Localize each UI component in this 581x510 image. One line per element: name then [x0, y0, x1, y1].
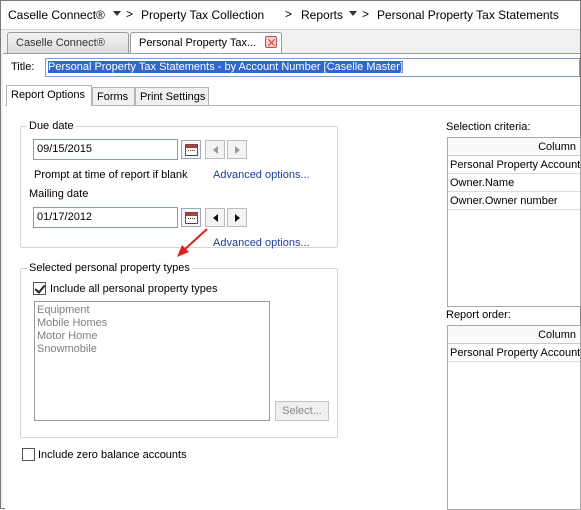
calendar-icon	[185, 212, 198, 224]
breadcrumb-caselle-connect[interactable]: Caselle Connect®	[8, 8, 105, 22]
mailing-date-prev-button[interactable]	[205, 208, 225, 227]
arrow-right-icon	[235, 146, 240, 154]
report-order-grid[interactable]: Column Personal Property Account...	[447, 325, 581, 510]
arrow-left-icon	[213, 214, 218, 222]
list-item: Motor Home	[37, 330, 98, 342]
select-button[interactable]: Select...	[275, 401, 329, 421]
breadcrumb-separator: >	[126, 7, 134, 21]
column-header[interactable]: Column	[538, 329, 576, 341]
doc-tab-caselle-connect[interactable]: Caselle Connect®	[7, 32, 129, 53]
table-row[interactable]: Personal Property Account...	[448, 156, 580, 174]
report-order-label: Report order:	[446, 309, 511, 321]
doc-tab-personal-property[interactable]: Personal Property Tax...	[130, 32, 282, 54]
report-options-body: Due date 09/15/2015 Prompt at time of re…	[5, 105, 581, 510]
tab-report-options[interactable]: Report Options	[6, 85, 92, 106]
due-date-advanced-options-link[interactable]: Advanced options...	[213, 169, 310, 181]
property-types-list[interactable]: Equipment Mobile Homes Motor Home Snowmo…	[34, 301, 270, 421]
mailing-date-advanced-options-link[interactable]: Advanced options...	[213, 237, 310, 249]
selection-criteria-label: Selection criteria:	[446, 121, 531, 133]
breadcrumb-separator: >	[285, 7, 293, 21]
table-row[interactable]: Owner.Name	[448, 174, 580, 192]
selection-criteria-grid[interactable]: Column Personal Property Account... Owne…	[447, 137, 581, 307]
application-window: Caselle Connect® > Property Tax Collecti…	[0, 0, 581, 510]
due-date-prompt-text: Prompt at time of report if blank	[34, 169, 188, 181]
column-header[interactable]: Column	[538, 141, 576, 153]
breadcrumb-separator: >	[362, 7, 370, 21]
chevron-down-icon[interactable]	[349, 11, 357, 16]
table-row[interactable]: Personal Property Account...	[448, 344, 580, 362]
close-icon[interactable]	[265, 36, 277, 48]
list-item: Equipment	[37, 304, 90, 316]
title-input[interactable]: Personal Property Tax Statements - by Ac…	[45, 58, 580, 77]
mailing-date-next-button[interactable]	[227, 208, 247, 227]
calendar-icon	[185, 144, 198, 156]
breadcrumb-reports[interactable]: Reports	[301, 8, 343, 22]
criteria-panel: Selection criteria: Column Personal Prop…	[446, 106, 581, 510]
arrow-right-icon	[235, 214, 240, 222]
list-item: Snowmobile	[37, 343, 97, 355]
due-date-calendar-button[interactable]	[181, 140, 201, 159]
due-date-label: Due date	[27, 120, 76, 132]
grid-header: Column	[448, 326, 580, 344]
doc-tab-label: Caselle Connect®	[16, 37, 105, 49]
list-item: Mobile Homes	[37, 317, 108, 329]
report-panel: Title: Personal Property Tax Statements …	[3, 53, 581, 510]
due-date-field[interactable]: 09/15/2015	[33, 139, 178, 160]
tab-print-settings[interactable]: Print Settings	[135, 87, 209, 105]
chevron-down-icon[interactable]	[113, 11, 121, 16]
mailing-date-label: Mailing date	[27, 188, 91, 200]
due-date-next-button[interactable]	[227, 140, 247, 159]
include-all-types-label: Include all personal property types	[50, 283, 218, 295]
breadcrumb-property-tax-collection[interactable]: Property Tax Collection	[141, 8, 264, 22]
title-value: Personal Property Tax Statements - by Ac…	[48, 61, 404, 73]
breadcrumb: Caselle Connect® > Property Tax Collecti…	[1, 1, 580, 30]
zero-balance-checkbox[interactable]	[22, 448, 35, 461]
zero-balance-label: Include zero balance accounts	[38, 449, 187, 461]
due-date-prev-button[interactable]	[205, 140, 225, 159]
annotation-arrow-icon	[177, 228, 208, 257]
mailing-date-field[interactable]: 01/17/2012	[33, 207, 178, 228]
breadcrumb-current-report: Personal Property Tax Statements	[377, 8, 559, 22]
title-label: Title:	[11, 61, 35, 73]
property-types-label: Selected personal property types	[27, 262, 192, 274]
table-row[interactable]: Owner.Owner number	[448, 192, 580, 210]
tab-forms[interactable]: Forms	[92, 87, 135, 105]
grid-header: Column	[448, 138, 580, 156]
include-all-types-checkbox[interactable]	[33, 282, 46, 295]
mailing-date-calendar-button[interactable]	[181, 208, 201, 227]
doc-tab-label: Personal Property Tax...	[139, 37, 257, 49]
arrow-left-icon	[213, 146, 218, 154]
